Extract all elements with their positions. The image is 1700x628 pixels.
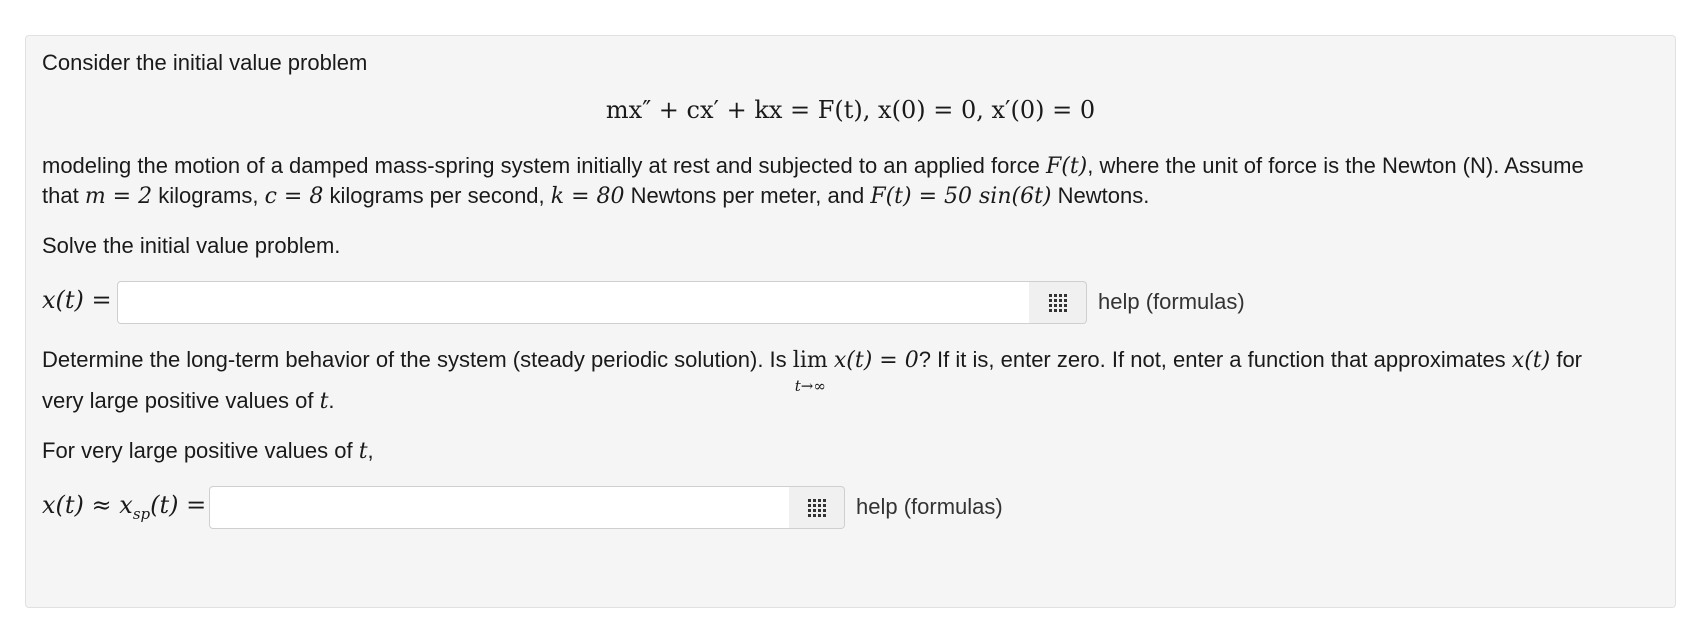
grid-icon: [1048, 293, 1067, 312]
damping-value: c = 8: [264, 184, 324, 209]
paragraph-line-2: that m = 2 kilograms, c = 8 kilograms pe…: [42, 183, 1150, 209]
longterm-line-1: Determine the long-term behavior of the …: [42, 343, 1582, 395]
answer2-input[interactable]: [209, 486, 790, 529]
paragraph-line-1: modeling the motion of a damped mass-spr…: [42, 153, 1584, 179]
answer1-input[interactable]: [117, 281, 1030, 324]
grid-icon: [807, 498, 826, 517]
force-value: F(t) = 50 sin(6t): [870, 184, 1052, 209]
longterm-line-2: very large positive values of t.: [42, 388, 335, 414]
limit-operator: lim t→∞: [793, 344, 828, 395]
problem-panel: Consider the initial value problem mx″ +…: [25, 35, 1676, 608]
answer2-label: x(t) ≈ xsp(t) =: [42, 491, 207, 523]
solve-instruction: Solve the initial value problem.: [42, 233, 341, 258]
answer1-help-link[interactable]: help (formulas): [1098, 289, 1245, 315]
x-of-t: x(t): [1511, 348, 1551, 373]
mass-value: m = 2: [84, 184, 153, 209]
answer1-label: x(t) =: [42, 286, 112, 314]
limit-expression: x(t) = 0: [833, 348, 919, 373]
intro-text: Consider the initial value problem: [42, 50, 368, 75]
for-large-values-text: For very large positive values of t,: [42, 438, 374, 464]
force-symbol: F(t): [1045, 154, 1088, 179]
answer2-equation-editor-button[interactable]: [789, 486, 845, 529]
spring-value: k = 80: [550, 184, 625, 209]
answer2-help-link[interactable]: help (formulas): [856, 494, 1003, 520]
limit-subscript: t→∞: [794, 377, 826, 395]
answer1-equation-editor-button[interactable]: [1029, 281, 1087, 324]
ivp-equation: mx″ + cx′ + kx = F(t), x(0) = 0, x′(0) =…: [605, 96, 1096, 124]
